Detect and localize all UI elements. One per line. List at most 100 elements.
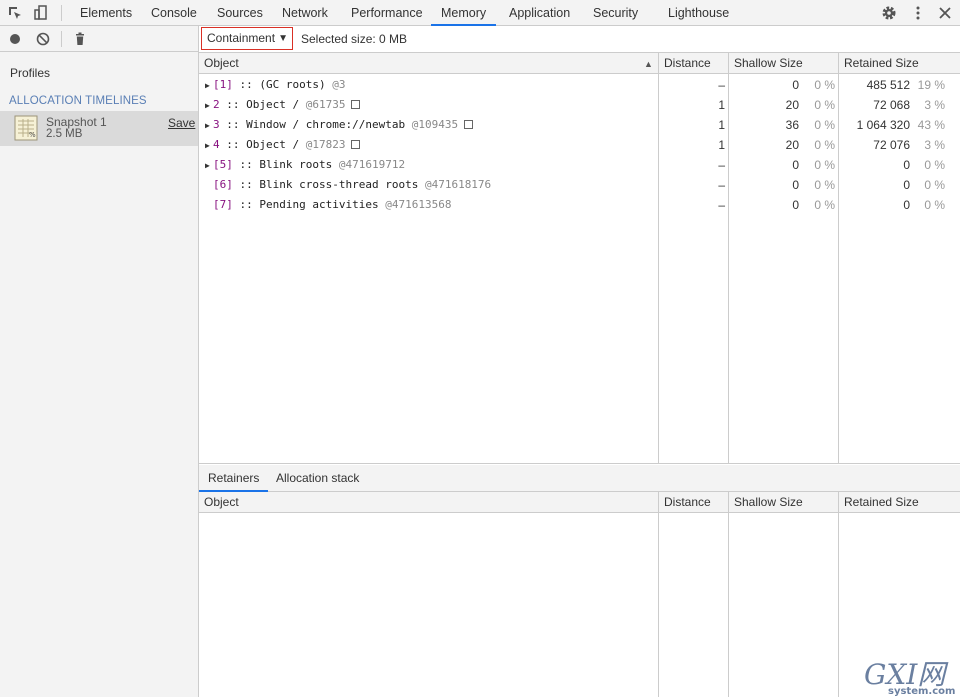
node-name: Blink roots xyxy=(259,158,339,171)
distance-cell: 1 xyxy=(718,118,725,132)
expand-triangle-icon[interactable]: ▶ xyxy=(205,121,213,130)
column-divider[interactable] xyxy=(658,492,659,697)
shallow-size-percent: 0 % xyxy=(814,158,835,172)
clear-icon[interactable] xyxy=(35,31,51,47)
shallow-size-percent: 0 % xyxy=(814,98,835,112)
tab-retainers[interactable]: Retainers xyxy=(199,465,269,492)
retained-size-cell: 72 068 xyxy=(873,98,910,112)
table-row[interactable]: [7] :: Pending activities @471613568 – 0 0 … xyxy=(199,195,960,215)
node-index: 2 xyxy=(213,98,220,111)
tab-sources[interactable]: Sources xyxy=(207,0,273,26)
node-name: (GC roots) xyxy=(259,78,333,91)
retainers-tab-bar: Retainers Allocation stack xyxy=(199,465,960,492)
inspect-element-icon[interactable] xyxy=(6,4,24,22)
node-index: [6] xyxy=(213,178,233,191)
node-index: [1] xyxy=(213,78,233,91)
node-id: @471613568 xyxy=(385,198,452,211)
settings-gear-icon[interactable] xyxy=(880,4,898,22)
view-mode-select[interactable]: Containment ▼ xyxy=(201,27,293,50)
column-header-shallow-size[interactable]: Shallow Size xyxy=(729,492,803,513)
tab-console[interactable]: Console xyxy=(141,0,207,26)
node-separator: :: xyxy=(219,98,247,111)
column-header-retained-size[interactable]: Retained Size xyxy=(839,492,919,513)
store-as-global-icon[interactable] xyxy=(464,120,474,129)
node-index: [7] xyxy=(213,198,233,211)
column-header-distance[interactable]: Distance xyxy=(659,53,711,74)
node-name: Blink cross-thread roots xyxy=(259,178,425,191)
column-header-retained-size[interactable]: Retained Size xyxy=(839,53,919,74)
distance-cell: 1 xyxy=(718,98,725,112)
object-cell: ▶ [1] :: (GC roots) @3 xyxy=(205,78,345,91)
column-header-object[interactable]: Object xyxy=(199,492,239,513)
column-header-shallow-size[interactable]: Shallow Size xyxy=(729,53,803,74)
node-separator: :: xyxy=(219,138,247,151)
tab-security[interactable]: Security xyxy=(583,0,648,26)
shallow-size-cell: 20 xyxy=(785,98,799,112)
tab-application[interactable]: Application xyxy=(499,0,580,26)
sort-ascending-icon: ▲ xyxy=(644,59,653,69)
devtools-tab-bar: Elements Console Sources Network Performance… xyxy=(0,0,960,26)
snapshot-profile-icon: % xyxy=(14,115,38,141)
shallow-size-cell: 0 xyxy=(792,78,799,92)
expand-triangle-icon[interactable]: ▶ xyxy=(205,161,213,170)
shallow-size-cell: 20 xyxy=(785,138,799,152)
column-header-object[interactable]: Object xyxy=(199,53,239,74)
table-row[interactable]: [6] :: Blink cross-thread roots @4716181… xyxy=(199,175,960,195)
expand-triangle-icon[interactable]: ▶ xyxy=(205,141,213,150)
column-header-distance[interactable]: Distance xyxy=(659,492,711,513)
node-index: 3 xyxy=(213,118,220,131)
column-divider[interactable] xyxy=(728,492,729,697)
table-row[interactable]: ▶ [1] :: (GC roots) @3 – 0 0 % 485 512 19 % xyxy=(199,75,960,95)
tab-allocation-stack[interactable]: Allocation stack xyxy=(267,465,368,492)
table-row[interactable]: ▶ 3 :: Window / chrome://newtab @109435 1 3… xyxy=(199,115,960,135)
tab-lighthouse[interactable]: Lighthouse xyxy=(658,0,739,26)
store-as-global-icon[interactable] xyxy=(351,140,361,149)
object-cell: ▶ [5] :: Blink roots @471619712 xyxy=(205,158,405,171)
store-as-global-icon[interactable] xyxy=(351,100,361,109)
shallow-size-percent: 0 % xyxy=(814,118,835,132)
retained-size-percent: 0 % xyxy=(924,178,945,192)
more-vertical-icon[interactable] xyxy=(909,4,927,22)
profiles-heading: Profiles xyxy=(10,66,51,80)
column-divider[interactable] xyxy=(838,492,839,697)
heap-snapshot-grid: Object ▲ Distance Shallow Size Retained … xyxy=(199,53,960,464)
node-name: Object / xyxy=(246,98,306,111)
snapshot-list-item[interactable]: % Snapshot 1 2.5 MB Save xyxy=(0,111,198,146)
tab-memory[interactable]: Memory xyxy=(431,0,497,26)
retained-size-cell: 0 xyxy=(903,158,910,172)
gxi-watermark-logo: GXI网 system.com xyxy=(864,658,955,696)
snapshot-size: 2.5 MB xyxy=(46,128,83,140)
node-id: @3 xyxy=(332,78,346,91)
expand-triangle-icon[interactable]: ▶ xyxy=(205,101,213,110)
table-row[interactable]: ▶ 2 :: Object / @61735 1 20 0 % 72 068 3 % xyxy=(199,95,960,115)
shallow-size-cell: 0 xyxy=(792,158,799,172)
node-name: Pending activities xyxy=(259,198,386,211)
object-cell: ▶ 2 :: Object / @61735 xyxy=(205,98,361,111)
view-mode-value: Containment xyxy=(207,31,276,45)
table-row[interactable]: ▶ [5] :: Blink roots @471619712 – 0 0 % 0 0 % xyxy=(199,155,960,175)
expand-triangle-icon[interactable]: ▶ xyxy=(205,81,213,90)
svg-text:%: % xyxy=(29,131,36,139)
device-toolbar-icon[interactable] xyxy=(32,4,50,22)
distance-cell: – xyxy=(718,78,725,92)
snapshot-name: Snapshot 1 xyxy=(46,115,107,129)
trash-icon[interactable] xyxy=(72,31,88,47)
record-icon[interactable] xyxy=(7,31,23,47)
tab-network[interactable]: Network xyxy=(272,0,338,26)
node-id: @109435 xyxy=(411,118,459,131)
close-icon[interactable] xyxy=(936,4,954,22)
retained-size-cell: 0 xyxy=(903,198,910,212)
node-id: @61735 xyxy=(305,98,346,111)
retained-size-cell: 485 512 xyxy=(866,78,910,92)
distance-cell: – xyxy=(718,178,725,192)
tab-elements[interactable]: Elements xyxy=(70,0,142,26)
distance-cell: 1 xyxy=(718,138,725,152)
node-separator: :: xyxy=(232,78,260,91)
table-row[interactable]: ▶ 4 :: Object / @17823 1 20 0 % 72 076 3 % xyxy=(199,135,960,155)
save-snapshot-link[interactable]: Save xyxy=(168,116,195,130)
tab-performance[interactable]: Performance xyxy=(341,0,433,26)
node-separator: :: xyxy=(232,198,260,211)
profiles-toolbar xyxy=(0,26,199,52)
profiles-sidebar: Profiles ALLOCATION TIMELINES % Snapshot… xyxy=(0,26,199,697)
node-id: @17823 xyxy=(305,138,346,151)
